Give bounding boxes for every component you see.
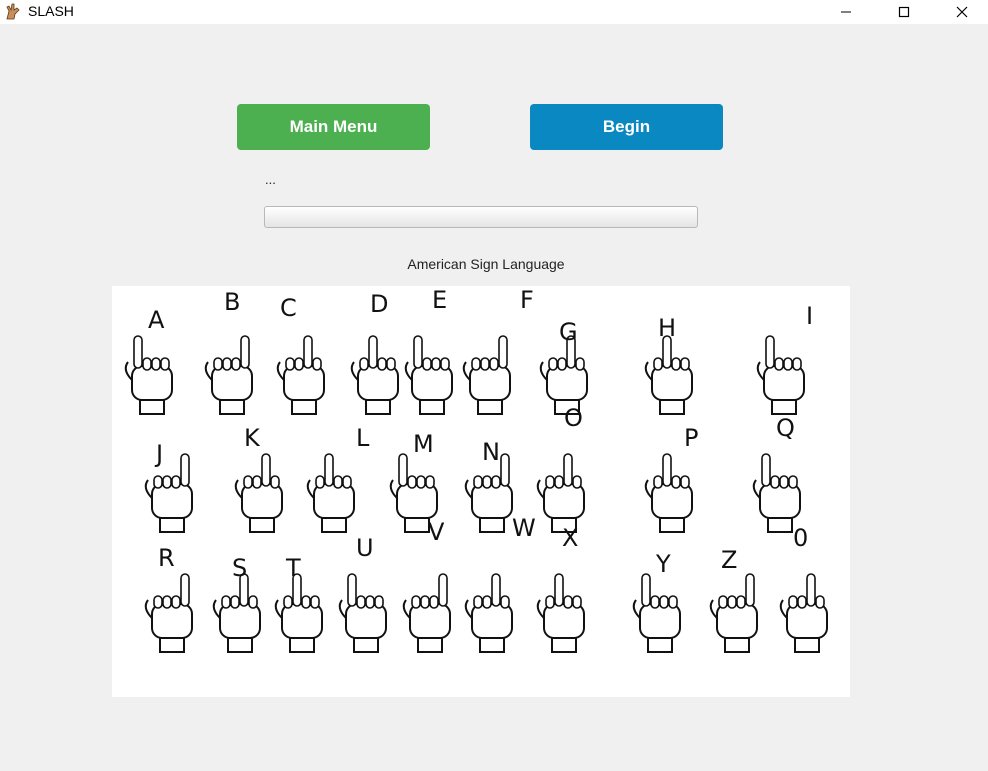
hand-sign-g: G	[539, 318, 588, 415]
hand-sign-label: J	[154, 440, 163, 468]
hand-sign-label: F	[520, 286, 534, 314]
hand-sign-z: Z	[709, 546, 758, 653]
hand-sign-label: G	[559, 318, 578, 346]
minimize-button[interactable]	[823, 0, 869, 24]
hand-sign-y: Y	[632, 550, 681, 653]
hand-sign-label: E	[432, 286, 447, 314]
hand-sign-label: B	[224, 288, 240, 316]
close-icon	[956, 6, 968, 18]
asl-alphabet-image: A B C D E FG H I J K L M N O P Q R S T U V W X Y Z 0	[124, 286, 828, 653]
hand-sign-label: P	[684, 424, 698, 452]
hand-sign-label: R	[158, 544, 175, 572]
hand-sign-e: E	[404, 286, 453, 415]
hand-sign-w: W	[464, 514, 536, 653]
hand-sign-label: S	[232, 554, 247, 582]
hand-sign-a: A	[124, 306, 173, 415]
hand-sign-h: H	[644, 314, 693, 415]
progress-bar	[264, 206, 698, 228]
hand-sign-label: V	[428, 518, 445, 546]
hand-sign-s: S	[212, 554, 261, 653]
hand-sign-label: W	[512, 514, 536, 542]
hand-sign-label: L	[356, 424, 370, 452]
hand-sign-c: C	[276, 294, 325, 415]
hand-sign-label: K	[244, 424, 261, 452]
hand-sign-v: V	[402, 518, 451, 653]
hand-sign-label: I	[806, 302, 813, 330]
maximize-icon	[898, 6, 910, 18]
hand-sign-u: U	[338, 534, 387, 653]
main-menu-button[interactable]: Main Menu	[237, 104, 430, 150]
begin-button[interactable]: Begin	[530, 104, 723, 150]
chart-caption: American Sign Language	[407, 256, 565, 272]
hand-sign-label: Q	[776, 414, 795, 442]
hand-sign-label: C	[280, 294, 297, 322]
hand-sign-q: Q	[752, 414, 801, 533]
minimize-icon	[841, 11, 851, 13]
hand-sign-label: X	[562, 524, 578, 552]
hand-sign-icon	[6, 3, 20, 20]
hand-sign-label: U	[356, 534, 374, 562]
hand-sign-label: M	[413, 430, 434, 458]
hand-sign-m: M	[389, 430, 438, 533]
hand-sign-l: L	[306, 424, 370, 533]
hand-sign-i: I	[756, 302, 813, 415]
hand-sign-label: D	[370, 290, 388, 318]
hand-sign-label: A	[148, 306, 165, 334]
status-text: ...	[265, 172, 276, 187]
asl-alphabet-chart: A B C D E FG H I J K L M N O P Q R S T U V WX Y Z 0	[112, 286, 850, 697]
hand-sign-0: 0	[779, 524, 828, 653]
hand-sign-j: J	[144, 440, 193, 533]
hand-sign-b: B	[204, 288, 253, 415]
hand-sign-label: T	[285, 554, 301, 582]
close-button[interactable]	[939, 0, 985, 24]
title-bar: SLASH	[0, 0, 988, 24]
hand-sign-x: X	[536, 524, 585, 653]
hand-sign-t: T	[274, 554, 323, 653]
hand-sign-r: R	[144, 544, 193, 653]
maximize-button[interactable]	[881, 0, 927, 24]
hand-sign-label: O	[564, 404, 583, 432]
hand-sign-label: N	[482, 438, 500, 466]
hand-sign-p: P	[644, 424, 698, 533]
hand-sign-o: O	[536, 404, 585, 533]
window-title: SLASH	[28, 3, 74, 19]
hand-sign-label: H	[658, 314, 676, 342]
hand-sign-n: N	[464, 438, 513, 533]
hand-sign-label: Y	[655, 550, 671, 578]
hand-sign-f: F	[462, 286, 534, 415]
hand-sign-k: K	[234, 424, 283, 533]
hand-sign-d: D	[350, 290, 399, 415]
hand-sign-label: Z	[721, 546, 737, 574]
hand-sign-label: 0	[793, 524, 808, 552]
